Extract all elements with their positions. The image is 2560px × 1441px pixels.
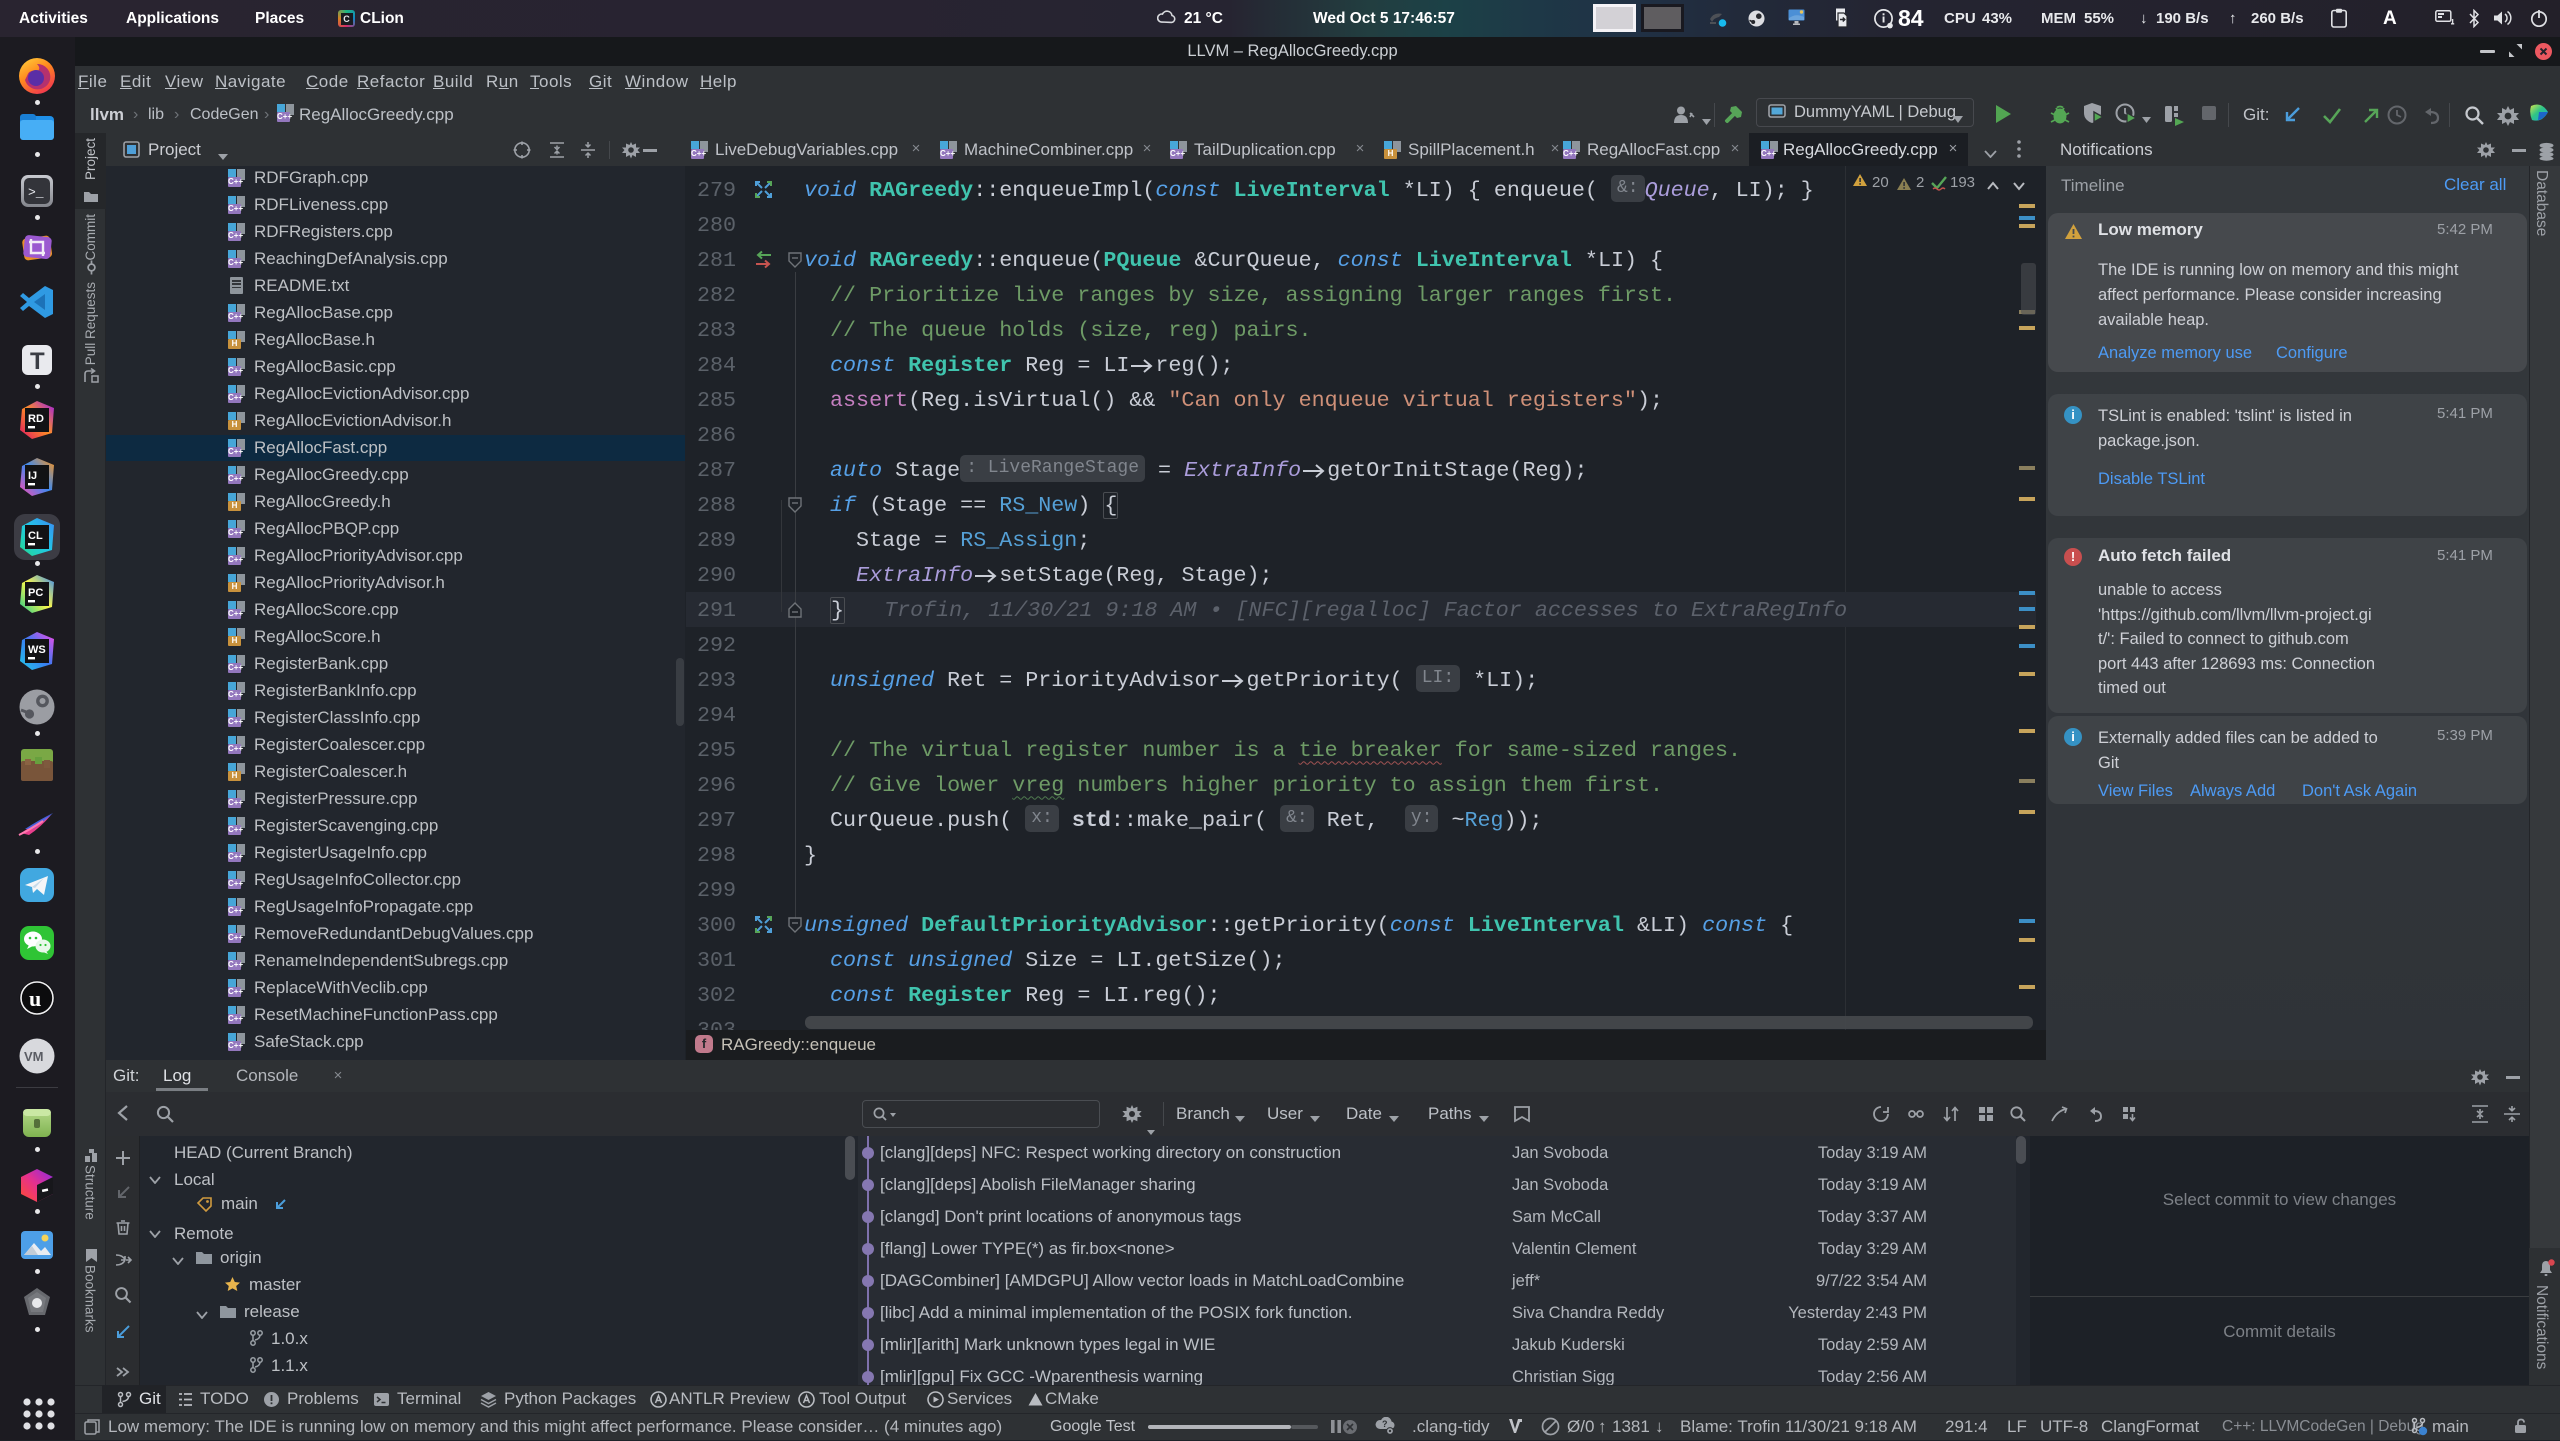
svg-text:VM: VM — [24, 1049, 44, 1064]
svg-text:>_: >_ — [28, 185, 44, 200]
svg-text:IJ: IJ — [28, 470, 37, 482]
svg-text:CL: CL — [28, 530, 43, 542]
svg-text:WS: WS — [28, 644, 46, 656]
svg-text:?: ? — [1382, 1419, 1388, 1429]
svg-text:T: T — [30, 348, 45, 375]
svg-text:RD: RD — [28, 413, 44, 425]
svg-text:PC: PC — [28, 587, 43, 599]
svg-text:u: u — [29, 986, 41, 1011]
